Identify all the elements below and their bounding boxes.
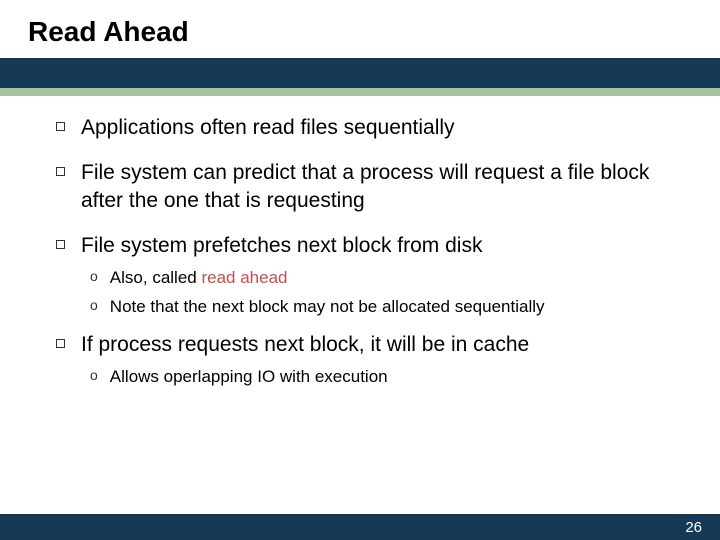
content-area: Applications often read files sequential… bbox=[0, 96, 720, 389]
header-band-green bbox=[0, 88, 720, 96]
slide-title: Read Ahead bbox=[28, 16, 692, 48]
sub-bullet-item: o Also, called read ahead bbox=[90, 267, 686, 290]
sub-bullet-group: o Allows operlapping IO with execution bbox=[90, 366, 686, 389]
sub-bullet-text: Note that the next block may not be allo… bbox=[110, 296, 545, 319]
bullet-text: Applications often read files sequential… bbox=[81, 114, 455, 141]
header-band-dark bbox=[0, 58, 720, 88]
sub-bullet-item: o Note that the next block may not be al… bbox=[90, 296, 686, 319]
bullet-item: File system can predict that a process w… bbox=[56, 159, 686, 214]
square-bullet-icon bbox=[56, 167, 65, 176]
square-bullet-icon bbox=[56, 122, 65, 131]
slide: Read Ahead Applications often read files… bbox=[0, 0, 720, 540]
sub-bullet-text: Allows operlapping IO with execution bbox=[110, 366, 388, 389]
sub-bullet-item: o Allows operlapping IO with execution bbox=[90, 366, 686, 389]
bullet-text: If process requests next block, it will … bbox=[81, 331, 529, 358]
circle-bullet-icon: o bbox=[90, 268, 98, 284]
footer-band: 26 bbox=[0, 514, 720, 540]
highlight-text: read ahead bbox=[201, 268, 287, 287]
bullet-text: File system prefetches next block from d… bbox=[81, 232, 482, 259]
bullet-item: File system prefetches next block from d… bbox=[56, 232, 686, 259]
square-bullet-icon bbox=[56, 339, 65, 348]
circle-bullet-icon: o bbox=[90, 297, 98, 313]
bullet-item: If process requests next block, it will … bbox=[56, 331, 686, 358]
sub-bullet-text: Also, called read ahead bbox=[110, 267, 288, 290]
bullet-item: Applications often read files sequential… bbox=[56, 114, 686, 141]
title-area: Read Ahead bbox=[0, 0, 720, 58]
page-number: 26 bbox=[685, 519, 702, 536]
bullet-text: File system can predict that a process w… bbox=[81, 159, 686, 214]
circle-bullet-icon: o bbox=[90, 367, 98, 383]
sub-bullet-text-prefix: Also, called bbox=[110, 268, 202, 287]
square-bullet-icon bbox=[56, 240, 65, 249]
sub-bullet-group: o Also, called read ahead o Note that th… bbox=[90, 267, 686, 319]
